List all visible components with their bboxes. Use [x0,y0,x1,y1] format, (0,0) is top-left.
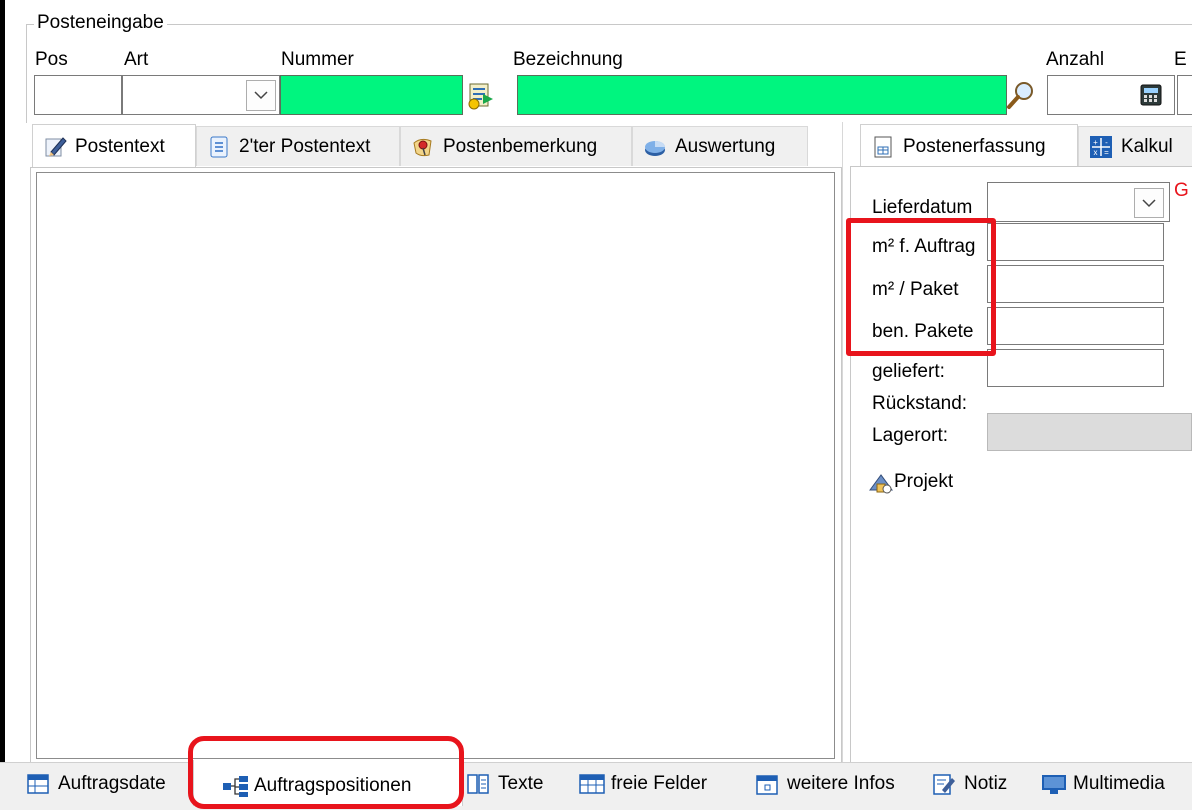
search-icon[interactable] [1005,80,1037,110]
book-icon [466,772,490,796]
m2-auftrag-input[interactable] [987,223,1164,261]
warning-letter: G [1174,180,1189,201]
lagerort-label: Lagerort: [872,425,949,446]
bezeichnung-label: Bezeichnung [513,49,623,70]
pencil-icon [43,135,67,159]
art-label: Art [124,49,149,70]
tab-label: 2'ter Postentext [239,135,371,157]
nummer-input[interactable] [280,75,463,115]
window-left-edge [0,0,5,790]
tab-label: Postentext [75,135,165,157]
tab-auswertung[interactable]: Auswertung [632,126,808,166]
tab-label: Postenbemerkung [443,135,598,157]
tab-texte[interactable]: Texte [466,764,543,804]
chevron-down-icon [1142,198,1156,207]
form-icon [871,135,895,159]
project-icon [868,470,893,494]
pos-input[interactable] [34,75,122,115]
tab-label: Texte [498,773,544,794]
note-pin-icon [411,135,435,159]
tab-notiz[interactable]: Notiz [932,764,1007,804]
anzahl-label: Anzahl [1046,49,1105,70]
highlight-m2-fields [846,218,996,356]
pie-chart-icon [643,135,667,159]
tab-postentext[interactable]: Postentext [32,124,196,168]
geliefert-input[interactable] [987,349,1164,387]
postentext-editor[interactable] [36,172,835,759]
tab-label: Kalkul [1121,135,1173,157]
lieferdatum-label: Lieferdatum [872,197,973,218]
svg-text:-: - [1105,138,1108,147]
projekt-link[interactable]: Projekt [868,470,953,494]
art-dropdown-button[interactable] [246,80,276,111]
tab-label: Auftragsdate [58,773,166,794]
m2-paket-input[interactable] [987,265,1164,303]
pos-label: Pos [35,49,68,70]
art-select[interactable] [122,75,280,115]
anzahl-input[interactable] [1047,75,1175,115]
e-input[interactable] [1177,75,1192,115]
tab-auftragsdaten[interactable]: Auftragsdate [26,764,166,804]
tab-label: Multimedia [1073,773,1165,794]
lieferdatum-select[interactable] [987,182,1170,222]
calculator-button-icon[interactable] [1140,84,1162,106]
tab-label: weitere Infos [787,773,895,794]
nummer-label: Nummer [281,49,354,70]
tab-multimedia[interactable]: Multimedia [1041,764,1165,804]
calendar-icon [755,772,779,796]
lagerort-field [987,413,1192,451]
document-icon [207,135,231,159]
article-lookup-icon[interactable] [465,80,495,110]
group-title: Posteneingabe [34,12,167,34]
calculator-icon: + - x = [1089,135,1113,159]
tab-label: freie Felder [611,773,708,794]
ben-pakete-input[interactable] [987,307,1164,345]
tab-freie-felder[interactable]: freie Felder [579,764,707,804]
tab-label: Auswertung [675,135,776,157]
tab-kalkulation[interactable]: + - x = Kalkul [1078,126,1192,166]
geliefert-label: geliefert: [872,361,945,382]
svg-text:=: = [1104,148,1109,157]
grid-icon [579,772,605,796]
edit-note-icon [932,772,956,796]
rueckstand-label: Rückstand: [872,393,968,414]
tab-postenbemerkung[interactable]: Postenbemerkung [400,126,632,166]
tab-postenerfassung[interactable]: Postenerfassung [860,124,1078,168]
monitor-icon [1041,772,1066,796]
bezeichnung-input[interactable] [517,75,1007,115]
tab-label: Postenerfassung [903,135,1046,157]
tab-weitere-infos[interactable]: weitere Infos [755,764,895,804]
tab-label: Notiz [964,773,1008,794]
highlight-auftragspositionen [188,736,464,809]
projekt-label: Projekt [894,471,954,492]
lieferdatum-dropdown-button[interactable] [1134,188,1164,218]
svg-text:+: + [1093,138,1098,147]
e-label: E [1174,49,1187,70]
chevron-down-icon [254,91,268,100]
tab-2ter-postentext[interactable]: 2'ter Postentext [196,126,400,166]
table-icon [26,772,50,796]
svg-text:x: x [1094,148,1098,157]
